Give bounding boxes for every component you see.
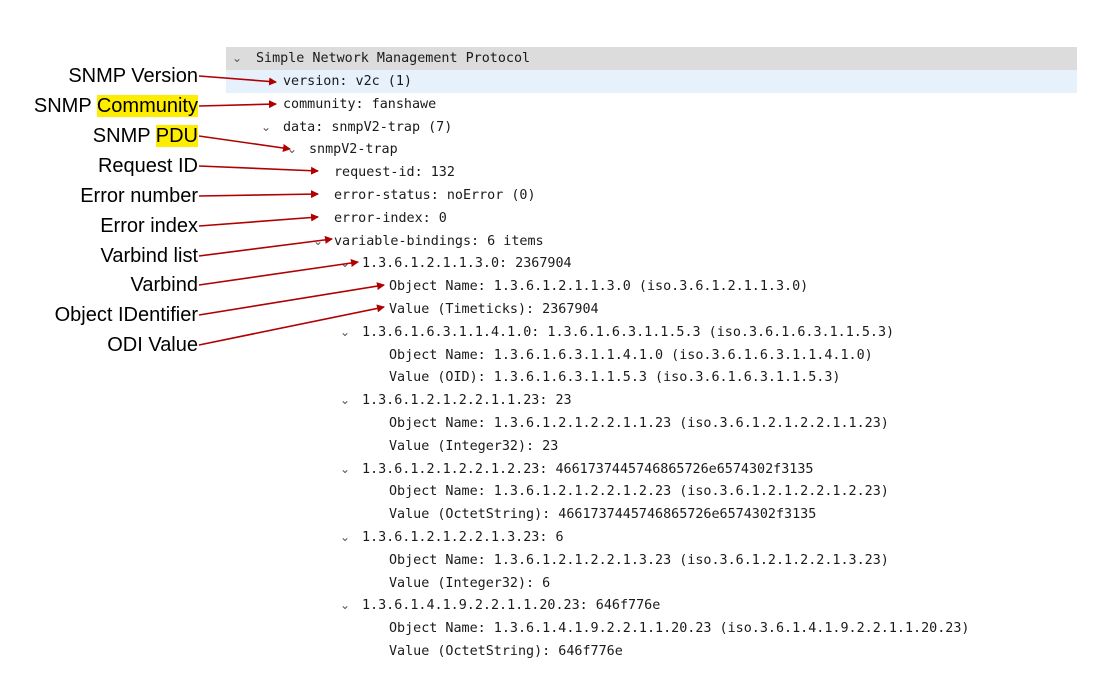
arrow-object-identifier xyxy=(198,282,385,316)
annotation-arrows xyxy=(198,75,385,346)
arrow-snmp-community xyxy=(198,100,277,109)
arrow-varbind-list xyxy=(198,235,333,257)
arrow-snmp-pdu xyxy=(198,135,291,152)
arrow-error-index xyxy=(198,213,319,227)
arrow-varbind xyxy=(198,259,359,286)
arrow-request-id xyxy=(198,165,319,175)
arrow-snmp-version xyxy=(198,75,277,86)
arrow-error-number xyxy=(198,190,319,199)
arrow-odi-value xyxy=(198,304,385,346)
snmp-annotated-packet-tree: ⌄ Simple Network Management Protocol ver… xyxy=(0,0,1116,679)
